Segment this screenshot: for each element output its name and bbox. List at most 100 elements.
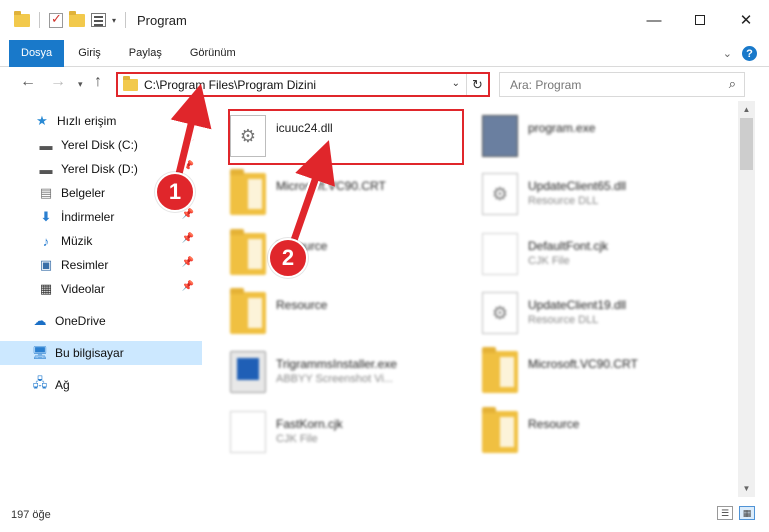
file-item[interactable]: Resource <box>468 403 703 461</box>
file-page-icon <box>230 411 266 453</box>
file-description: CJK File <box>276 433 318 445</box>
folder-icon <box>230 288 266 334</box>
file-description: Resource DLL <box>528 195 599 207</box>
vertical-scrollbar[interactable]: ▲ ▼ <box>738 101 755 497</box>
forward-icon[interactable]: → <box>50 73 66 91</box>
sidebar-item-label: Yerel Disk (C:) <box>61 138 138 152</box>
file-name: UpdateClient65.dll <box>528 179 627 193</box>
sidebar-item-label: Videolar <box>61 282 105 296</box>
folder-icon <box>230 229 266 275</box>
navigation-pane: ★ Hızlı erişim ▬ Yerel Disk (C:) 📌 ▬ Yer… <box>0 101 206 497</box>
sidebar-item-label: Hızlı erişim <box>57 114 117 128</box>
maximize-button[interactable] <box>677 0 723 40</box>
up-icon[interactable]: ↑ <box>94 73 102 91</box>
file-item[interactable]: FastKorn.cjk CJK File <box>216 403 451 461</box>
pin-icon[interactable]: 📌 <box>182 137 194 148</box>
tab-file[interactable]: Dosya <box>9 39 65 67</box>
quick-access-toolbar: ▾ <box>0 10 129 28</box>
navigation-bar: ← → ▾ ↑ C:\Program Files\Program Dizini … <box>0 67 769 101</box>
sidebar-item-music[interactable]: ♪ Müzik 📌 <box>0 229 202 253</box>
picture-icon: ▣ <box>39 257 53 272</box>
sidebar-item-network[interactable]: 🖧 Ağ <box>0 373 202 397</box>
file-description: CJK File <box>528 255 570 267</box>
download-icon: ⬇ <box>40 209 52 224</box>
file-item[interactable]: DefaultFont.cjk CJK File <box>468 225 703 283</box>
back-icon[interactable]: ← <box>20 73 36 91</box>
divider <box>125 12 127 28</box>
address-bar[interactable]: C:\Program Files\Program Dizini ⌄ ↻ <box>116 72 490 97</box>
file-description: ABBYY Screenshot Vi... <box>276 373 393 385</box>
dll-gear-icon: ⚙ <box>482 173 518 215</box>
sidebar-item-videos[interactable]: ▦ Videolar 📌 <box>0 277 202 301</box>
file-item[interactable]: Microsoft.VC90.CRT <box>468 343 703 401</box>
tiles-view-icon[interactable]: ▦ <box>739 506 755 520</box>
star-icon: ★ <box>36 113 48 128</box>
file-name: UpdateClient19.dll <box>528 298 627 312</box>
recent-locations-icon[interactable]: ▾ <box>78 79 83 90</box>
music-icon: ♪ <box>42 233 50 249</box>
sidebar-item-pictures[interactable]: ▣ Resimler 📌 <box>0 253 202 277</box>
document-icon: ▤ <box>39 185 53 200</box>
file-item[interactable]: program.exe <box>468 107 703 165</box>
sidebar-item-label: İndirmeler <box>61 210 115 224</box>
sidebar-item-disk-c[interactable]: ▬ Yerel Disk (C:) 📌 <box>0 133 202 157</box>
tab-view[interactable]: Görünüm <box>176 40 250 67</box>
pin-icon[interactable]: 📌 <box>182 209 194 220</box>
sidebar-item-quick-access[interactable]: ★ Hızlı erişim <box>0 109 202 133</box>
address-path: C:\Program Files\Program Dizini <box>144 77 317 92</box>
status-bar: 197 öğe ☰ ▦ <box>0 497 769 532</box>
sidebar-item-onedrive[interactable]: ☁ OneDrive <box>0 309 202 333</box>
search-input[interactable]: Ara: Program ⌕ <box>499 72 745 97</box>
pin-icon[interactable]: 📌 <box>182 233 194 244</box>
file-item[interactable]: TrigrammsInstaller.exe ABBYY Screenshot … <box>216 343 451 401</box>
ribbon-tabs: Dosya Giriş Paylaş Görünüm ⌄ ? <box>0 39 769 67</box>
sidebar-item-label: Belgeler <box>61 186 106 200</box>
file-item[interactable]: ⚙ UpdateClient65.dll Resource DLL <box>468 165 703 223</box>
new-folder-icon[interactable] <box>69 10 85 27</box>
item-count: 197 öğe <box>11 508 51 521</box>
customize-icon[interactable] <box>91 13 106 27</box>
minimize-button[interactable]: — <box>631 0 677 40</box>
folder-icon[interactable] <box>14 10 30 27</box>
file-name: Resource <box>528 417 580 431</box>
pin-icon[interactable]: 📌 <box>182 161 194 172</box>
title-bar: ▾ Program — ✕ <box>0 0 769 40</box>
file-name: DefaultFont.cjk <box>528 239 609 253</box>
scroll-thumb[interactable] <box>740 118 753 170</box>
pin-icon[interactable]: 📌 <box>182 281 194 292</box>
tab-home[interactable]: Giriş <box>64 40 115 67</box>
tab-share[interactable]: Paylaş <box>115 40 176 67</box>
cloud-icon: ☁ <box>33 313 47 328</box>
caret-down-icon[interactable]: ▾ <box>112 16 116 25</box>
file-item[interactable]: ⚙ UpdateClient19.dll Resource DLL <box>468 284 703 342</box>
close-button[interactable]: ✕ <box>723 0 769 40</box>
file-item[interactable]: Resource <box>216 225 451 283</box>
file-name: program.exe <box>528 121 596 135</box>
help-icon[interactable]: ? <box>742 46 757 61</box>
scroll-up-icon[interactable]: ▲ <box>738 101 755 118</box>
window-title: Program <box>137 12 187 28</box>
chevron-down-icon[interactable]: ⌄ <box>452 78 460 89</box>
sidebar-item-label: Müzik <box>61 234 93 248</box>
pin-icon[interactable]: 📌 <box>182 257 194 268</box>
folder-icon <box>482 407 518 453</box>
file-name: TrigrammsInstaller.exe <box>276 357 397 371</box>
drive-icon: ▬ <box>39 137 53 153</box>
file-page-icon <box>482 233 518 275</box>
file-item[interactable]: Resource <box>216 284 451 342</box>
file-description: Resource DLL <box>528 314 599 326</box>
file-item[interactable]: Microsoft.VC90.CRT <box>216 165 451 223</box>
application-icon <box>230 351 266 393</box>
video-icon: ▦ <box>39 281 53 296</box>
close-icon: ✕ <box>739 12 753 29</box>
network-icon: 🖧 <box>32 375 48 390</box>
details-view-icon[interactable]: ☰ <box>717 506 733 520</box>
properties-check-icon[interactable] <box>49 11 63 28</box>
minimize-icon: — <box>646 11 662 29</box>
search-icon[interactable]: ⌕ <box>729 76 736 92</box>
scroll-down-icon[interactable]: ▼ <box>738 480 755 497</box>
refresh-icon[interactable]: ↻ <box>466 74 488 95</box>
sidebar-item-this-pc[interactable]: 🖥 Bu bilgisayar <box>0 341 202 365</box>
expand-ribbon-icon[interactable]: ⌄ <box>723 47 732 60</box>
search-placeholder: Ara: Program <box>510 77 582 92</box>
